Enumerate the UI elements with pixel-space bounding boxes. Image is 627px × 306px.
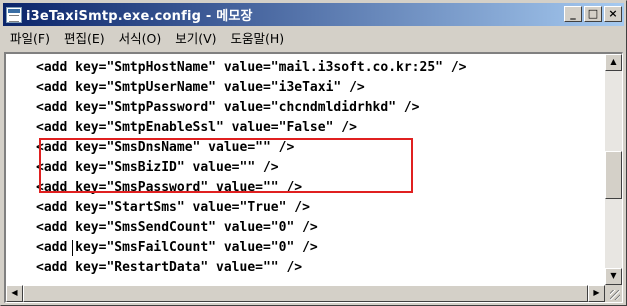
text-line[interactable]: <add key="SmtpEnableSsl" value="False" /… xyxy=(36,118,357,138)
text-caret xyxy=(72,240,73,256)
menu-bar: 파일(F) 편집(E) 서식(O) 보기(V) 도움말(H) xyxy=(3,28,624,50)
scroll-right-icon[interactable]: ▶ xyxy=(588,285,605,302)
text-line[interactable]: <add key="SmtpHostName" value="mail.i3so… xyxy=(36,58,466,78)
scroll-left-icon[interactable]: ◀ xyxy=(6,285,23,302)
menu-edit[interactable]: 편집(E) xyxy=(57,29,112,49)
text-line[interactable]: <add key="SmtpPassword" value="chcndmldi… xyxy=(36,98,420,118)
editor-frame: <add key="SmtpHostName" value="mail.i3so… xyxy=(4,52,623,303)
scroll-up-icon[interactable]: ▲ xyxy=(605,54,622,71)
text-editor[interactable]: <add key="SmtpHostName" value="mail.i3so… xyxy=(6,54,605,285)
red-highlight-box xyxy=(39,138,413,193)
close-button[interactable]: × xyxy=(604,6,622,22)
notepad-icon[interactable] xyxy=(6,6,22,23)
notepad-window: i3eTaxiSmtp.exe.config - 메모장 _ □ × 파일(F)… xyxy=(0,0,627,306)
menu-format[interactable]: 서식(O) xyxy=(112,29,169,49)
text-line[interactable]: <add key="SmsFailCount" value="0" /> xyxy=(36,238,318,258)
text-line[interactable]: <add key="StartSms" value="True" /> xyxy=(36,198,310,218)
maximize-button[interactable]: □ xyxy=(584,6,602,22)
window-controls: _ □ × xyxy=(562,6,622,22)
vertical-scrollbar[interactable]: ▲ ▼ xyxy=(605,54,622,285)
horizontal-scroll-thumb[interactable] xyxy=(23,285,588,302)
menu-view[interactable]: 보기(V) xyxy=(168,29,223,49)
minimize-button[interactable]: _ xyxy=(564,6,582,22)
menu-file[interactable]: 파일(F) xyxy=(3,29,57,49)
vertical-scroll-thumb[interactable] xyxy=(605,151,622,199)
horizontal-scrollbar[interactable]: ◀ ▶ xyxy=(6,285,605,302)
text-line[interactable]: <add key="SmsSendCount" value="0" /> xyxy=(36,218,318,238)
text-line[interactable]: <add key="RestartData" value="" /> xyxy=(36,258,302,278)
text-line[interactable]: <add key="SmtpUserName" value="i3eTaxi" … xyxy=(36,78,365,98)
title-bar[interactable]: i3eTaxiSmtp.exe.config - 메모장 _ □ × xyxy=(3,3,624,26)
window-title: i3eTaxiSmtp.exe.config - 메모장 xyxy=(26,9,253,24)
menu-help[interactable]: 도움말(H) xyxy=(224,29,292,49)
resize-grip-icon[interactable] xyxy=(605,285,622,302)
scroll-down-icon[interactable]: ▼ xyxy=(605,268,622,285)
